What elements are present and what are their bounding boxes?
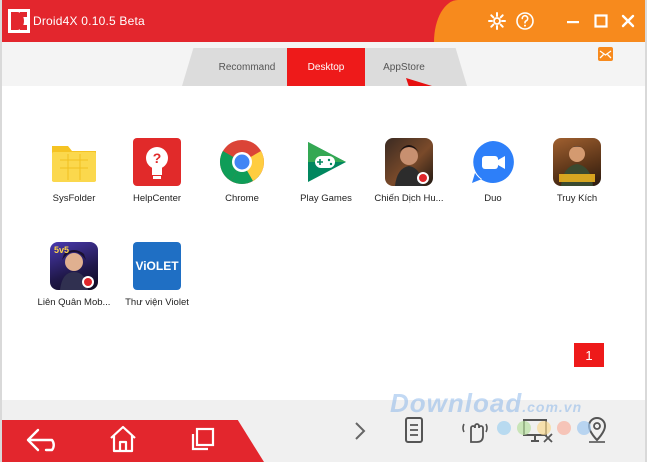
- title-bar: Droid4X 0.10.5 Beta: [2, 0, 645, 42]
- home-icon[interactable]: [108, 424, 138, 454]
- tab-recommand[interactable]: Recommand: [207, 48, 287, 86]
- watermark: Download.com.vn: [390, 388, 582, 419]
- app-play-games[interactable]: Play Games: [284, 138, 368, 204]
- maximize-icon[interactable]: [591, 11, 611, 31]
- app-label: HelpCenter: [132, 193, 182, 204]
- duo-icon: [469, 138, 517, 186]
- emulator-window: Droid4X 0.10.5 Beta Recommand Desktop Ap…: [0, 0, 647, 462]
- app-label: Duo: [484, 193, 502, 204]
- app-label: Truy Kích: [556, 193, 598, 204]
- recent-apps-icon[interactable]: [188, 426, 216, 452]
- app-label: Play Games: [300, 193, 352, 204]
- play-games-icon: [302, 138, 350, 186]
- app-label: Liên Quân Mob...: [37, 297, 111, 308]
- game-icon: [385, 138, 433, 186]
- page-indicator[interactable]: 1: [574, 343, 604, 367]
- game-icon: 5v5: [50, 242, 98, 290]
- violet-logo-text: ViOLET: [135, 259, 179, 273]
- app-duo[interactable]: Duo: [451, 138, 535, 204]
- app-thu-vien-violet[interactable]: ViOLET Thư viện Violet: [115, 242, 199, 308]
- mail-icon[interactable]: [598, 47, 613, 61]
- minimize-icon[interactable]: [563, 11, 583, 31]
- help-icon[interactable]: [515, 11, 535, 31]
- svg-text:?: ?: [153, 150, 162, 166]
- tab-desktop[interactable]: Desktop: [287, 48, 365, 86]
- watermark-suffix: .com.vn: [522, 399, 583, 415]
- violet-icon: ViOLET: [133, 242, 181, 290]
- game-badge-text: 5v5: [54, 245, 69, 255]
- lightbulb-icon: ?: [133, 138, 181, 186]
- document-icon[interactable]: [404, 416, 424, 444]
- close-icon[interactable]: [618, 11, 638, 31]
- game-icon: [553, 138, 601, 186]
- title-bar-accent: [434, 0, 645, 42]
- app-sysfolder[interactable]: SysFolder: [32, 138, 116, 204]
- chevron-right-icon[interactable]: [352, 420, 368, 442]
- chrome-icon: [218, 138, 266, 186]
- gear-icon[interactable]: [487, 11, 507, 31]
- app-label: Chiến Dịch Hu...: [374, 193, 444, 204]
- app-label: SysFolder: [52, 193, 96, 204]
- app-helpcenter[interactable]: ? HelpCenter: [115, 138, 199, 204]
- folder-icon: [50, 138, 98, 186]
- app-label: Chrome: [225, 193, 259, 204]
- app-chrome[interactable]: Chrome: [200, 138, 284, 204]
- watermark-main: Download: [390, 388, 523, 418]
- shake-icon[interactable]: [460, 416, 490, 444]
- app-truy-kich[interactable]: Truy Kích: [535, 138, 619, 204]
- window-title: Droid4X 0.10.5 Beta: [33, 14, 145, 28]
- watermark-dots: [497, 421, 591, 435]
- app-label: Thư viện Violet: [125, 297, 189, 308]
- app-lien-quan-mobile[interactable]: 5v5 Liên Quân Mob...: [32, 242, 116, 308]
- back-icon[interactable]: [24, 426, 64, 454]
- app-chien-dich-huyen-thoai[interactable]: Chiến Dịch Hu...: [367, 138, 451, 204]
- droid4x-logo-icon: [8, 9, 30, 33]
